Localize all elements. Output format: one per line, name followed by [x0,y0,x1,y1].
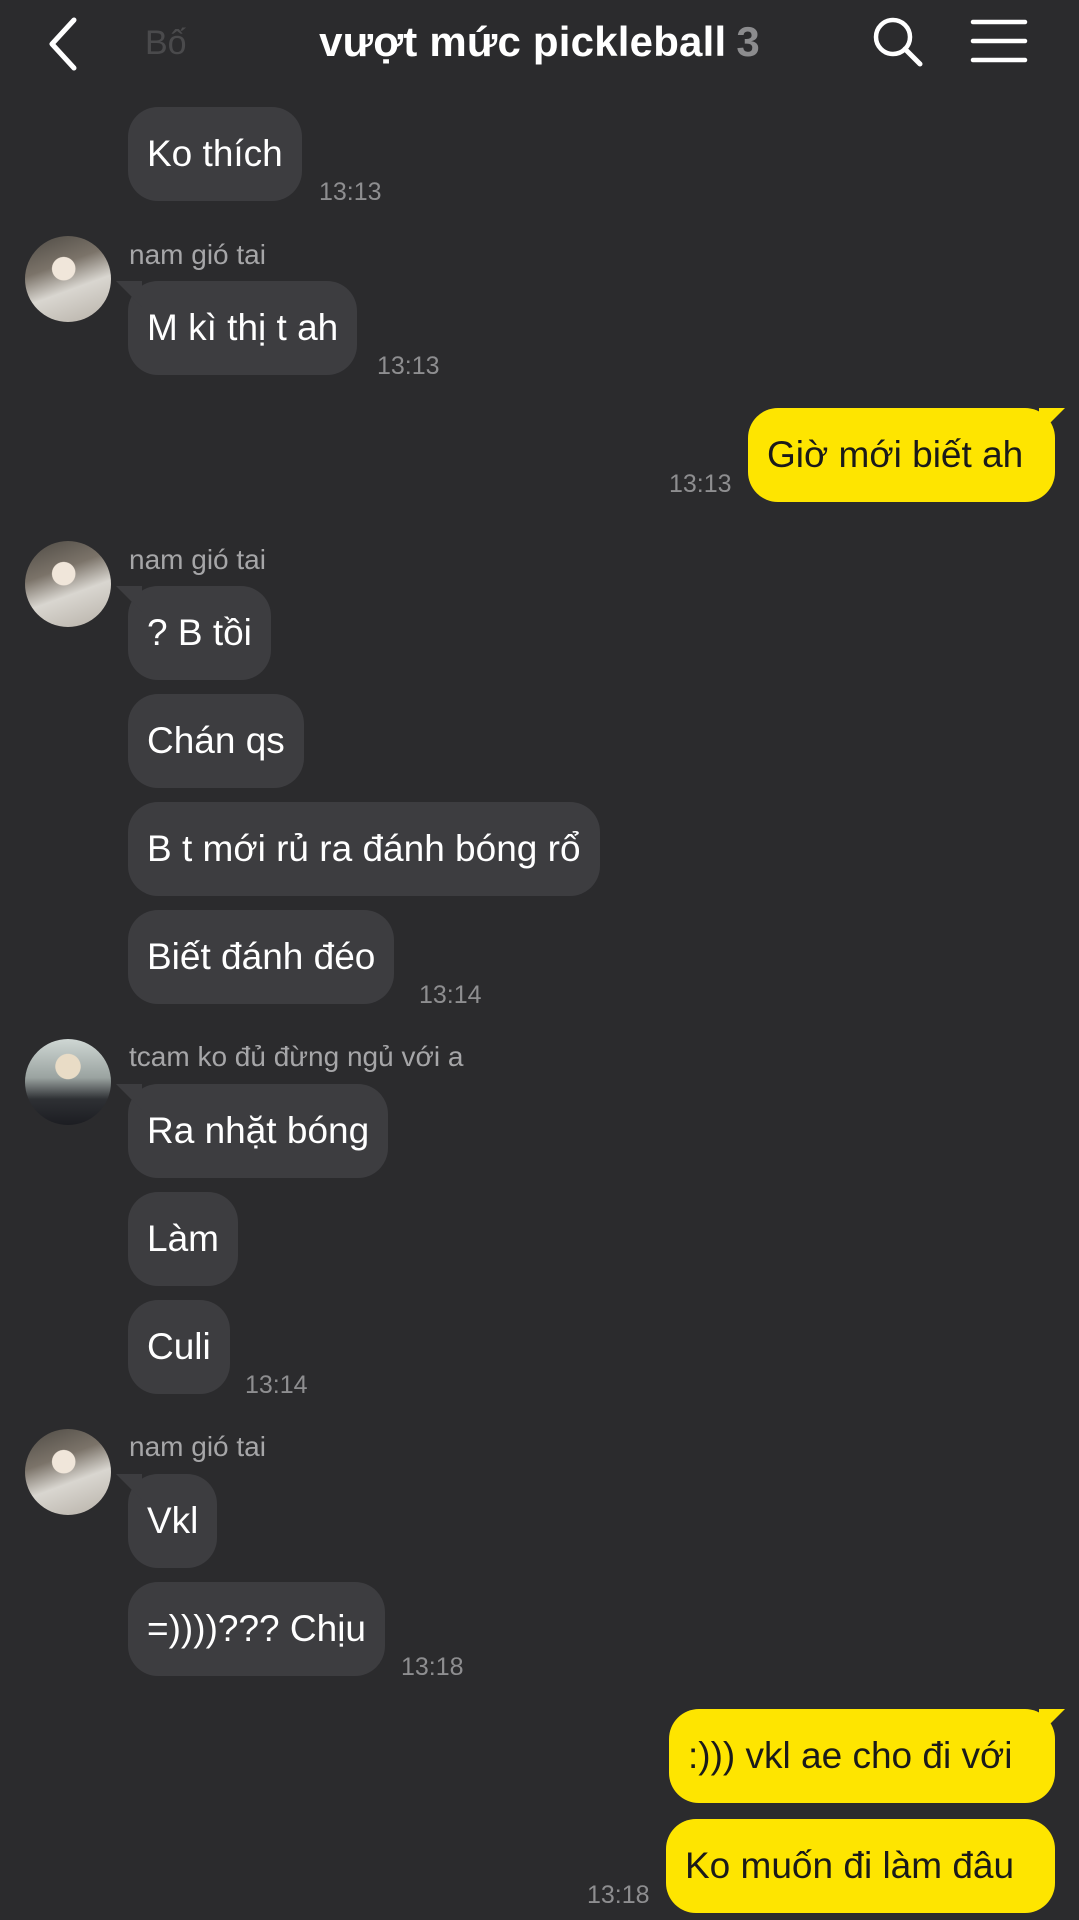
menu-icon[interactable] [970,16,1028,66]
avatar[interactable] [25,541,111,627]
avatar[interactable] [25,236,111,322]
group-name: vượt mức pickleball [319,18,727,65]
message-bubble[interactable]: Ko thích [128,107,302,201]
sender-name: nam gió tai [129,1431,266,1462]
message-bubble[interactable]: Chán qs [128,694,304,788]
back-arrow-icon[interactable] [40,14,90,74]
message-bubble[interactable]: =))))??? Chịu [128,1582,386,1676]
message-bubble[interactable]: B t mới rủ ra đánh bóng rổ [128,802,600,896]
sender-name: tcam ko đủ đừng ngủ với a [129,1041,464,1072]
message-bubble-outgoing[interactable]: Ko muốn đi làm đâu [666,1819,1055,1913]
chat-title[interactable]: vượt mức pickleball 3 [200,18,879,66]
search-icon[interactable] [870,14,926,70]
message-time: 13:13 [669,470,732,498]
member-count: 3 [736,18,760,65]
message-time: 13:18 [401,1653,464,1681]
message-bubble[interactable]: Culi [128,1300,230,1394]
message-bubble-outgoing[interactable]: :))) vkl ae cho đi với [669,1709,1055,1803]
message-bubble[interactable]: Biết đánh đéo [128,910,395,1004]
message-time: 13:13 [319,178,382,206]
avatar[interactable] [25,1039,111,1125]
avatar[interactable] [25,1429,111,1515]
sender-name: nam gió tai [129,239,266,270]
faded-chat-label: Bố [145,24,187,62]
sender-name: nam gió tai [129,544,266,575]
message-time: 13:18 [587,1881,650,1909]
message-bubble[interactable]: Làm [128,1192,238,1286]
message-bubble[interactable]: Vkl [128,1474,218,1568]
message-bubble[interactable]: Ra nhặt bóng [128,1084,389,1178]
message-time: 13:13 [377,352,440,380]
message-time: 13:14 [419,981,482,1009]
message-bubble-outgoing[interactable]: Giờ mới biết ah [748,408,1055,502]
message-bubble[interactable]: ? B tồi [128,586,271,680]
message-time: 13:14 [245,1371,308,1399]
chat-header: Bố vượt mức pickleball 3 [0,0,1079,96]
message-bubble[interactable]: M kì thị t ah [128,281,358,375]
